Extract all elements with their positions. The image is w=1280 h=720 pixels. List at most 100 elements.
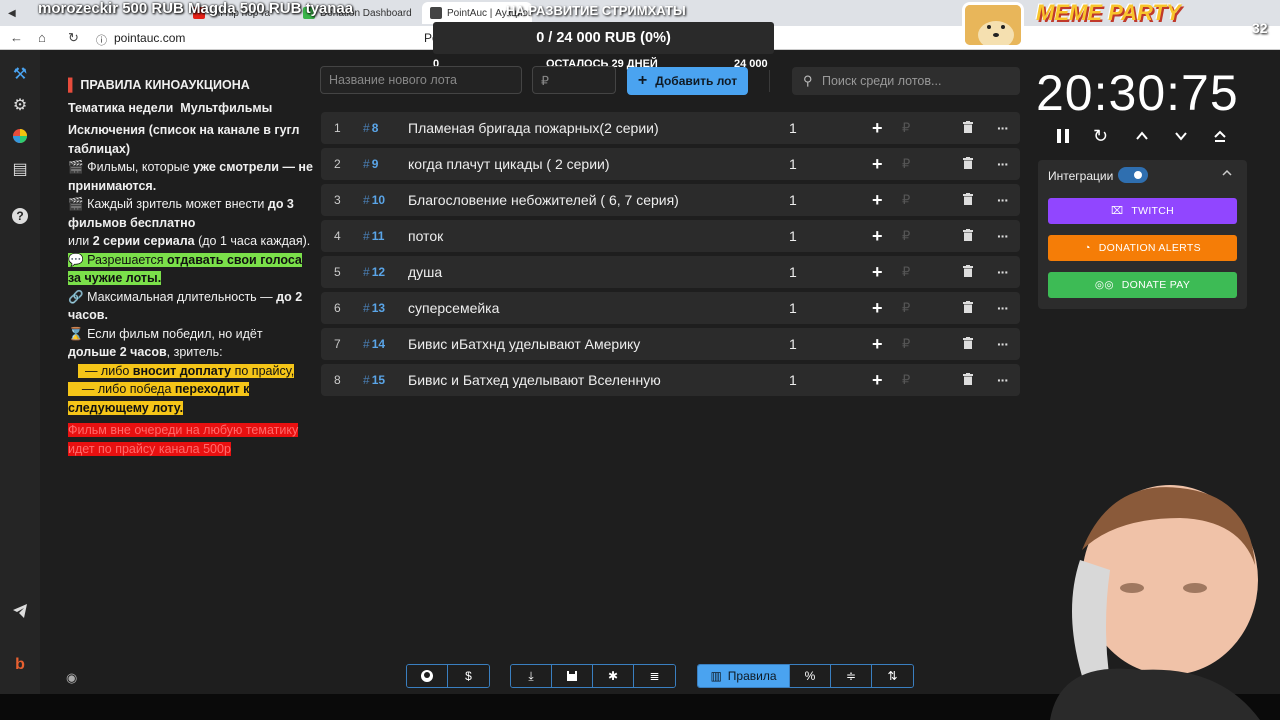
- lot-name[interactable]: Бивис иБатхнд уделывают Америку: [408, 336, 640, 352]
- url-text[interactable]: pointauc.com: [114, 31, 185, 45]
- lot-name[interactable]: душа: [408, 264, 442, 280]
- more-options-icon[interactable]: ···: [997, 336, 1009, 352]
- sort-icon[interactable]: ⇅: [872, 665, 913, 687]
- lot-name[interactable]: поток: [408, 228, 443, 244]
- ruble-icon[interactable]: ₽: [902, 192, 910, 208]
- lot-amount[interactable]: 1: [789, 192, 797, 208]
- ruble-icon[interactable]: ₽: [902, 300, 910, 316]
- lot-amount[interactable]: 1: [789, 336, 797, 352]
- lot-row[interactable]: 2 #9 когда плачут цикады ( 2 серии) 1 + ₽ ···: [321, 148, 1020, 180]
- telegram-icon[interactable]: [10, 603, 30, 623]
- clear-list-icon[interactable]: ≣: [634, 665, 675, 687]
- new-lot-name-input[interactable]: Название нового лота: [320, 66, 522, 94]
- plus-icon: +: [637, 72, 648, 89]
- delete-icon[interactable]: [963, 192, 973, 210]
- lot-row[interactable]: 5 #12 душа 1 + ₽ ···: [321, 256, 1020, 288]
- download-icon[interactable]: ⤓: [511, 665, 552, 687]
- bug-icon[interactable]: ✱: [593, 665, 634, 687]
- add-amount-icon[interactable]: +: [872, 298, 883, 319]
- more-options-icon[interactable]: ···: [997, 120, 1009, 136]
- ruble-icon[interactable]: ₽: [902, 156, 910, 172]
- lot-row[interactable]: 3 #10 Благословение небожителей ( 6, 7 се…: [321, 184, 1020, 216]
- lot-name[interactable]: Бивис и Батхед уделывают Вселенную: [408, 372, 661, 388]
- lot-index: 2: [334, 157, 341, 171]
- home-icon[interactable]: ⌂: [38, 30, 46, 45]
- lot-row[interactable]: 7 #14 Бивис иБатхнд уделывают Америку 1 + ₽ ··…: [321, 328, 1020, 360]
- add-amount-icon[interactable]: +: [872, 154, 883, 175]
- auction-gavel-icon[interactable]: ⚒: [10, 65, 30, 85]
- more-options-icon[interactable]: ···: [997, 264, 1009, 280]
- donation-ticker: morozeckir 500 RUB Magda 500 RUB tyanaa: [38, 0, 354, 17]
- compact-view-icon[interactable]: ≑: [831, 665, 872, 687]
- ruble-icon[interactable]: ₽: [902, 372, 910, 388]
- rules-button[interactable]: ▥ Правила: [698, 665, 790, 687]
- pause-icon[interactable]: [1056, 128, 1070, 149]
- save-icon[interactable]: [552, 665, 593, 687]
- tab-audio[interactable]: ◀: [0, 2, 40, 24]
- lot-amount[interactable]: 1: [789, 300, 797, 316]
- lot-amount[interactable]: 1: [789, 372, 797, 388]
- donate-pay-button[interactable]: ◎◎ DONATE PAY: [1048, 272, 1237, 298]
- reload-icon[interactable]: ↻: [68, 30, 79, 46]
- timer-subtract-icon[interactable]: [1173, 128, 1189, 149]
- delete-icon[interactable]: [963, 336, 973, 354]
- lot-search-input[interactable]: ⚲ Поиск среди лотов...: [792, 67, 1020, 95]
- delete-icon[interactable]: [963, 264, 973, 282]
- lot-amount[interactable]: 1: [789, 264, 797, 280]
- timer-double-up-icon[interactable]: [1212, 128, 1228, 149]
- add-amount-icon[interactable]: +: [872, 118, 883, 139]
- back-icon[interactable]: ←: [10, 30, 23, 45]
- delete-icon[interactable]: [963, 120, 973, 138]
- clapper-icon: 🎬: [68, 197, 84, 211]
- lot-amount[interactable]: 1: [789, 120, 797, 136]
- delete-icon[interactable]: [963, 300, 973, 318]
- add-amount-icon[interactable]: +: [872, 226, 883, 247]
- percent-icon[interactable]: %: [790, 665, 831, 687]
- ruble-icon[interactable]: ₽: [902, 120, 910, 136]
- lot-name[interactable]: суперсемейка: [408, 300, 499, 316]
- reset-timer-icon[interactable]: ↻: [1093, 126, 1108, 147]
- ruble-icon[interactable]: ₽: [902, 264, 910, 280]
- add-lot-button[interactable]: + Добавить лот: [627, 67, 748, 95]
- delete-icon[interactable]: [963, 372, 973, 390]
- github-icon[interactable]: [407, 665, 448, 687]
- timer-add-icon[interactable]: [1134, 128, 1150, 149]
- new-lot-amount-input[interactable]: ₽: [532, 66, 616, 94]
- lot-row[interactable]: 1 #8 Пламеная бригада пожарных(2 серии) 1 + ₽…: [321, 112, 1020, 144]
- donation-alerts-button[interactable]: ◔ DONATION ALERTS: [1048, 235, 1237, 261]
- help-icon[interactable]: ?: [10, 207, 30, 227]
- more-options-icon[interactable]: ···: [997, 372, 1009, 388]
- twitch-button[interactable]: ⌧ TWITCH: [1048, 198, 1237, 224]
- chevron-up-icon[interactable]: [1222, 167, 1232, 181]
- lot-row[interactable]: 8 #15 Бивис и Батхед уделывают Вселенную 1 +…: [321, 364, 1020, 396]
- add-amount-icon[interactable]: +: [872, 190, 883, 211]
- settings-gear-icon[interactable]: ⚙: [10, 96, 30, 116]
- boosty-icon[interactable]: b: [10, 655, 30, 675]
- lot-name[interactable]: когда плачут цикады ( 2 серии): [408, 156, 610, 172]
- lot-name[interactable]: Благословение небожителей ( 6, 7 серия): [408, 192, 679, 208]
- rules-votes: 💬 Разрешается отдавать свои голоса за чу…: [68, 252, 302, 285]
- history-clipboard-icon[interactable]: ▤: [10, 160, 30, 180]
- site-info-icon[interactable]: ⓘ: [96, 32, 107, 48]
- eye-icon[interactable]: ◉: [66, 670, 77, 686]
- lot-row[interactable]: 4 #11 поток 1 + ₽ ···: [321, 220, 1020, 252]
- more-options-icon[interactable]: ···: [997, 300, 1009, 316]
- delete-icon[interactable]: [963, 228, 973, 246]
- delete-icon[interactable]: [963, 156, 973, 174]
- donate-dollar-icon[interactable]: $: [448, 665, 489, 687]
- more-options-icon[interactable]: ···: [997, 192, 1009, 208]
- lot-row[interactable]: 6 #13 суперсемейка 1 + ₽ ···: [321, 292, 1020, 324]
- add-amount-icon[interactable]: +: [872, 262, 883, 283]
- wheel-icon[interactable]: [10, 128, 30, 148]
- lot-amount[interactable]: 1: [789, 156, 797, 172]
- integrations-panel: Интеграции ⌧ TWITCH ◔ DONATION ALERTS ◎◎…: [1038, 160, 1247, 309]
- ruble-icon[interactable]: ₽: [902, 336, 910, 352]
- more-options-icon[interactable]: ···: [997, 228, 1009, 244]
- add-amount-icon[interactable]: +: [872, 370, 883, 391]
- more-options-icon[interactable]: ···: [997, 156, 1009, 172]
- lot-name[interactable]: Пламеная бригада пожарных(2 серии): [408, 120, 659, 136]
- integrations-toggle[interactable]: [1118, 167, 1148, 183]
- add-amount-icon[interactable]: +: [872, 334, 883, 355]
- ruble-icon[interactable]: ₽: [902, 228, 910, 244]
- lot-amount[interactable]: 1: [789, 228, 797, 244]
